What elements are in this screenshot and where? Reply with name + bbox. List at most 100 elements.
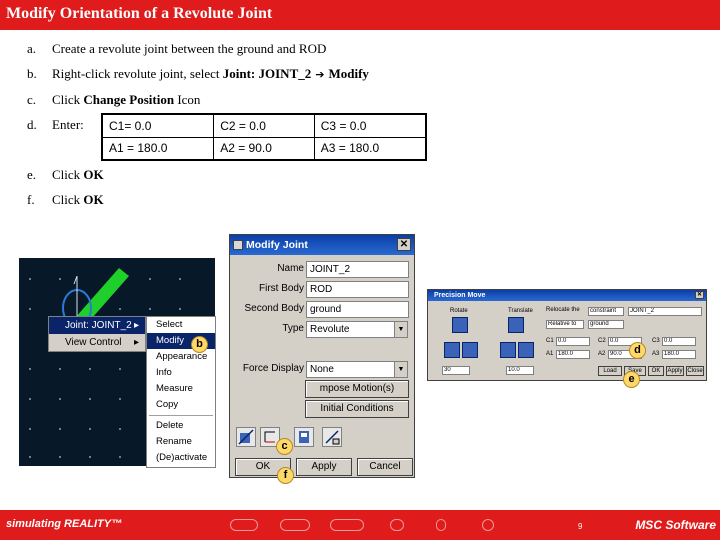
c1-label: C1: [546, 338, 554, 344]
type-select[interactable]: Revolute ▼: [306, 321, 408, 338]
step-text-plain: Right-click revolute joint, select: [52, 66, 223, 81]
dialog-title: Modify Joint: [246, 239, 308, 251]
apply-button[interactable]: Apply: [666, 366, 684, 376]
relocate-select[interactable]: constraint: [588, 307, 624, 316]
second-body-input[interactable]: ground: [306, 301, 409, 318]
table-row: C1= 0.0 C2 = 0.0 C3 = 0.0: [101, 113, 427, 138]
car-icon: [280, 519, 310, 531]
rotate-cube-icon[interactable]: [452, 317, 468, 333]
second-body-row: Second Body ground: [230, 301, 416, 319]
precision-move-dialog: Precision Move ✕ Rotate Translate Reloca…: [427, 289, 707, 381]
marker-icon[interactable]: [294, 427, 314, 447]
menu-item-label: Joint: JOINT_2: [65, 320, 132, 331]
translate-step-input[interactable]: 10.0: [506, 366, 534, 375]
c1-input[interactable]: 0.0: [556, 337, 590, 346]
table-row: A1 = 180.0 A2 = 90.0 A3 = 180.0: [101, 136, 427, 161]
callout-e: e: [623, 371, 640, 388]
gear-icon: [390, 519, 404, 531]
menu-divider: [149, 415, 213, 416]
chevron-down-icon: ▼: [394, 362, 407, 377]
step-text-bold: Joint: JOINT_2: [222, 66, 312, 81]
step-letter: c.: [27, 92, 37, 107]
submenu-item-deactivate[interactable]: (De)activate: [147, 450, 215, 466]
name-label: Name: [277, 263, 304, 274]
type-select-value: Revolute: [310, 324, 350, 335]
step-text-bold: Change Position: [83, 92, 175, 107]
step-text: Right-click revolute joint, select Joint…: [52, 66, 369, 82]
cancel-button[interactable]: Cancel: [357, 458, 413, 476]
cube-w-icon[interactable]: [518, 342, 534, 358]
step-text: Click OK: [52, 167, 104, 183]
first-body-row: First Body ROD: [230, 281, 416, 299]
bottle-icon: [436, 519, 446, 531]
force-icon[interactable]: [322, 427, 342, 447]
step-letter: b.: [27, 66, 37, 81]
force-display-select[interactable]: None ▼: [306, 361, 408, 378]
change-position-icon[interactable]: [236, 427, 256, 447]
c2-label: C2: [598, 338, 606, 344]
force-glyph: [325, 430, 340, 445]
submenu-item-appearance[interactable]: Appearance: [147, 349, 215, 365]
a1-input[interactable]: 180.0: [556, 350, 590, 359]
callout-c: c: [276, 438, 293, 455]
name-row: Name JOINT_2: [230, 261, 416, 279]
submenu-item-delete[interactable]: Delete: [147, 418, 215, 434]
close-icon[interactable]: ✕: [695, 291, 704, 299]
table-cell: A1 = 180.0: [101, 136, 215, 161]
a3-label: A3: [652, 351, 660, 357]
person-icon: [482, 519, 494, 531]
translate-cube-icon[interactable]: [508, 317, 524, 333]
step-letter: f.: [27, 192, 35, 207]
load-button[interactable]: Load: [598, 366, 622, 376]
menu-item-joint[interactable]: Joint: JOINT_2 ▸: [49, 317, 145, 334]
context-menu: Joint: JOINT_2 ▸ View Control ▸: [48, 316, 146, 352]
rotate-step-input[interactable]: 30: [442, 366, 470, 375]
menu-item-view-control[interactable]: View Control ▸: [49, 334, 145, 351]
callout-f: f: [277, 467, 294, 484]
about-target-input[interactable]: ground: [588, 320, 624, 329]
type-label: Type: [282, 323, 304, 334]
submenu-item-info[interactable]: Info: [147, 365, 215, 381]
first-body-label: First Body: [258, 283, 304, 294]
train-icon: [330, 519, 364, 531]
page-number: 9: [578, 522, 583, 531]
c3-input[interactable]: 0.0: [662, 337, 696, 346]
step-text-bold: OK: [83, 192, 104, 207]
table-cell: A2 = 90.0: [213, 136, 315, 161]
close-icon[interactable]: ✕: [397, 238, 411, 251]
step-text-plain: Click: [52, 192, 84, 207]
ok-button[interactable]: OK: [648, 366, 664, 376]
first-body-input[interactable]: ROD: [306, 281, 409, 298]
about-select[interactable]: Relative to: [546, 320, 584, 329]
values-table: C1= 0.0 C2 = 0.0 C3 = 0.0 A1 = 180.0 A2 …: [101, 113, 427, 161]
impose-motion-button[interactable]: mpose Motion(s): [305, 380, 409, 398]
marker-glyph: [299, 431, 309, 443]
submenu-item-measure[interactable]: Measure: [147, 381, 215, 397]
apply-button[interactable]: Apply: [296, 458, 352, 476]
step-text-bold: Modify: [328, 66, 369, 81]
cube-x-icon[interactable]: [444, 342, 460, 358]
cube-y-icon[interactable]: [462, 342, 478, 358]
table-cell: A3 = 180.0: [313, 136, 427, 161]
relocate-target-input[interactable]: JOINT_2: [628, 307, 702, 316]
title-bar: Modify Orientation of a Revolute Joint: [0, 0, 720, 30]
c3-label: C3: [652, 338, 660, 344]
initial-conditions-button[interactable]: Initial Conditions: [305, 400, 409, 418]
rotate-label: Rotate: [450, 308, 468, 314]
step-text: Enter:: [52, 117, 84, 132]
submenu-item-select[interactable]: Select: [147, 317, 215, 333]
arrow-right-icon: ➔: [315, 68, 325, 81]
submenu-arrow-icon: ▸: [133, 337, 139, 348]
name-input[interactable]: JOINT_2: [306, 261, 409, 278]
step-letter: e.: [27, 167, 37, 182]
footer-tagline: simulating REALITY™: [6, 518, 123, 530]
a3-input[interactable]: 180.0: [662, 350, 696, 359]
close-button[interactable]: Close: [686, 366, 704, 376]
table-cell: C2 = 0.0: [213, 113, 315, 138]
chevron-down-icon: ▼: [394, 322, 407, 337]
submenu-item-copy[interactable]: Copy: [147, 397, 215, 413]
submenu-item-rename[interactable]: Rename: [147, 434, 215, 450]
change-position-glyph: [238, 429, 254, 445]
cube-z-icon[interactable]: [500, 342, 516, 358]
table-cell: C3 = 0.0: [313, 113, 427, 138]
